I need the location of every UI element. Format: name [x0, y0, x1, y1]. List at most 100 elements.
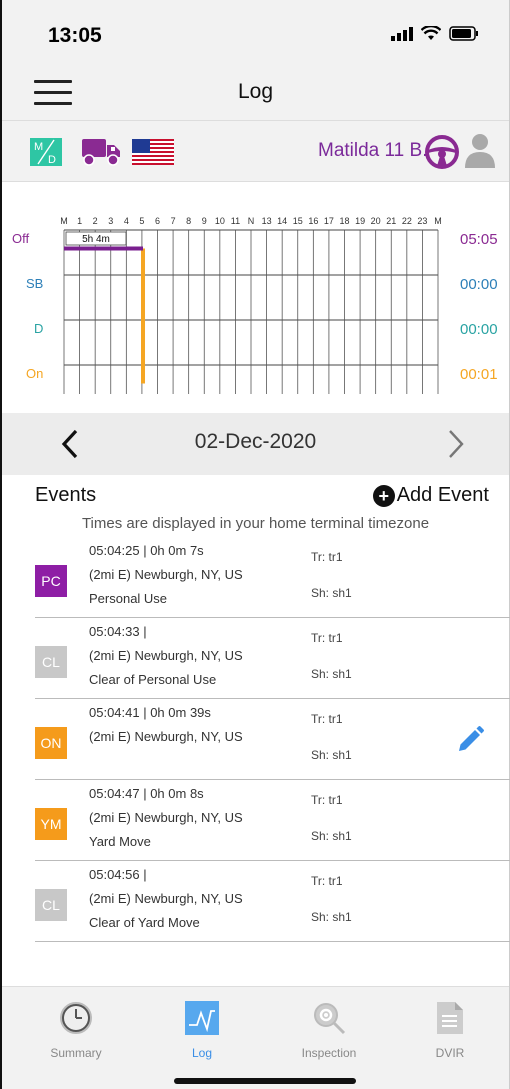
hour-tick-label: N	[248, 216, 255, 226]
hour-tick-label: 5	[139, 216, 144, 226]
row-label-d: D	[34, 321, 44, 336]
hour-tick-label: 19	[355, 216, 365, 226]
event-shipping: Sh: sh1	[311, 748, 352, 762]
row-total-on: 00:01	[460, 366, 498, 383]
event-badge: YM	[35, 808, 67, 840]
row-label-on: On	[26, 366, 44, 381]
hour-tick-label: 3	[108, 216, 113, 226]
event-trailer: Tr: tr1	[311, 874, 343, 888]
bottom-tab-bar: Summary Log Inspection DVIR	[2, 986, 509, 1089]
hour-tick-label: 6	[155, 216, 160, 226]
hour-tick-label: M	[60, 216, 68, 226]
tab-log[interactable]: Log	[162, 1001, 242, 1060]
event-trailer: Tr: tr1	[311, 631, 343, 645]
event-location: (2mi E) Newburgh, NY, US	[89, 810, 243, 825]
date-navigator: 02-Dec-2020	[2, 413, 509, 475]
hour-tick-label: 16	[308, 216, 318, 226]
event-note: Yard Move	[89, 834, 151, 849]
event-trailer: Tr: tr1	[311, 793, 343, 807]
event-note: Clear of Yard Move	[89, 915, 200, 930]
event-row[interactable]: ON 05:04:41 | 0h 0m 39s (2mi E) Newburgh…	[35, 699, 510, 780]
signal-icon	[391, 26, 413, 41]
app-header: Log	[2, 66, 509, 120]
event-row[interactable]: YM 05:04:47 | 0h 0m 8s (2mi E) Newburgh,…	[35, 780, 510, 861]
timezone-note: Times are displayed in your home termina…	[81, 515, 430, 532]
page-title: Log	[237, 80, 274, 103]
event-shipping: Sh: sh1	[311, 667, 352, 681]
driver-name[interactable]: Matilda 11 B.	[318, 140, 427, 162]
event-note: Personal Use	[89, 591, 168, 606]
add-event-label: Add Event	[396, 484, 489, 506]
event-trailer: Tr: tr1	[311, 550, 343, 564]
svg-text:D: D	[48, 154, 56, 166]
status-time: 13:05	[48, 24, 102, 47]
hour-tick-label: 18	[339, 216, 349, 226]
steering-wheel-icon[interactable]	[424, 134, 460, 170]
current-date: 02-Dec-2020	[194, 430, 317, 453]
event-time: 05:04:47 | 0h 0m 8s	[89, 786, 204, 801]
status-bar: 13:05	[2, 0, 509, 66]
driver-bar: M D Matilda 11 B.	[2, 120, 509, 182]
event-shipping: Sh: sh1	[311, 829, 352, 843]
clock-icon	[60, 1002, 92, 1034]
hour-tick-label: 22	[402, 216, 412, 226]
status-icons	[391, 26, 479, 41]
edit-pencil-icon[interactable]	[455, 725, 485, 755]
event-time: 05:04:33 |	[89, 624, 147, 639]
wifi-icon	[421, 26, 441, 40]
magnifier-gear-icon	[314, 1003, 346, 1035]
tab-summary[interactable]: Summary	[36, 1001, 116, 1060]
app-screen: 13:05 Log M D Matilda 11 B. M 1 2 3 4 5 …	[0, 0, 510, 1089]
event-row[interactable]: CL 05:04:33 | (2mi E) Newburgh, NY, US C…	[35, 618, 510, 699]
document-icon	[437, 1002, 463, 1034]
home-indicator	[174, 1078, 356, 1084]
plus-circle-icon: +	[372, 484, 395, 507]
row-total-d: 00:00	[460, 321, 498, 338]
tab-label: Inspection	[301, 1046, 357, 1060]
event-time: 05:04:25 | 0h 0m 7s	[89, 543, 204, 558]
next-day-button[interactable]	[446, 427, 466, 461]
event-time: 05:04:56 |	[89, 867, 147, 882]
mobile-device-icon: M D	[30, 138, 62, 166]
event-badge: ON	[35, 727, 67, 759]
event-shipping: Sh: sh1	[311, 586, 352, 600]
hour-tick-label: 23	[417, 216, 427, 226]
hour-tick-label: M	[434, 216, 442, 226]
hour-tick-label: 1	[77, 216, 82, 226]
event-badge: CL	[35, 889, 67, 921]
hour-tick-label: 20	[371, 216, 381, 226]
hour-tick-label: 10	[215, 216, 225, 226]
event-shipping: Sh: sh1	[311, 910, 352, 924]
event-trailer: Tr: tr1	[311, 712, 343, 726]
tab-label: Log	[191, 1046, 213, 1060]
tab-dvir[interactable]: DVIR	[410, 1001, 490, 1060]
tab-inspection[interactable]: Inspection	[289, 1001, 369, 1060]
event-note: Clear of Personal Use	[89, 672, 217, 687]
hour-tick-label: 21	[386, 216, 396, 226]
hour-tick-label: 4	[124, 216, 129, 226]
hour-tick-label: 2	[93, 216, 98, 226]
event-row[interactable]: CL 05:04:56 | (2mi E) Newburgh, NY, US C…	[35, 861, 510, 942]
event-location: (2mi E) Newburgh, NY, US	[89, 729, 243, 744]
event-location: (2mi E) Newburgh, NY, US	[89, 891, 243, 906]
add-event-button[interactable]: + Add Event	[372, 484, 489, 507]
hour-tick-label: 7	[171, 216, 176, 226]
graph-icon	[185, 1001, 219, 1035]
hour-tick-label: 11	[231, 216, 240, 226]
user-icon[interactable]	[464, 132, 496, 170]
hour-tick-label: 15	[293, 216, 303, 226]
event-row[interactable]: PC 05:04:25 | 0h 0m 7s (2mi E) Newburgh,…	[35, 537, 510, 618]
event-list: PC 05:04:25 | 0h 0m 7s (2mi E) Newburgh,…	[35, 537, 510, 942]
svg-text:M: M	[34, 141, 43, 153]
battery-icon	[449, 26, 478, 41]
hour-tick-label: 17	[324, 216, 334, 226]
event-badge: CL	[35, 646, 67, 678]
event-time: 05:04:41 | 0h 0m 39s	[89, 705, 211, 720]
hour-tick-label: 9	[202, 216, 207, 226]
event-badge: PC	[35, 565, 67, 597]
events-heading: Events	[35, 484, 97, 506]
event-location: (2mi E) Newburgh, NY, US	[89, 567, 243, 582]
tab-label: Summary	[50, 1046, 102, 1060]
event-location: (2mi E) Newburgh, NY, US	[89, 648, 243, 663]
row-label-off: Off	[12, 231, 30, 246]
